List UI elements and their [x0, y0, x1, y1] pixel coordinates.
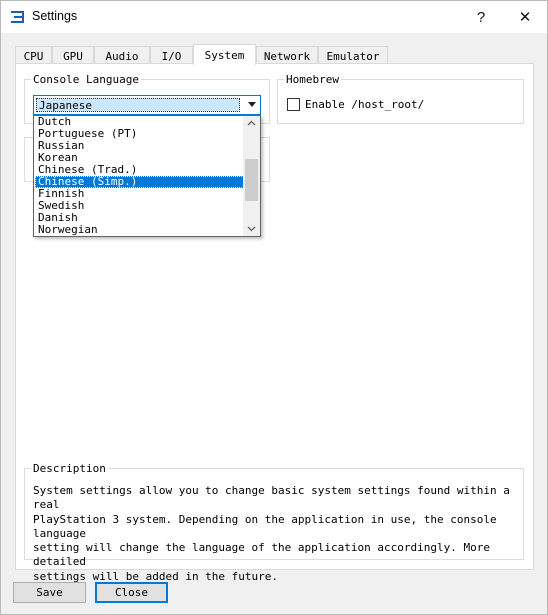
scroll-up-icon[interactable] [243, 116, 260, 130]
chevron-down-icon[interactable] [248, 102, 256, 107]
help-button[interactable]: ? [459, 1, 503, 33]
language-dropdown-list[interactable]: Dutch Portuguese (PT) Russian Korean Chi… [33, 115, 261, 237]
app-icon [11, 11, 24, 23]
close-window-button[interactable]: ✕ [503, 1, 547, 33]
enable-host-root-checkbox[interactable] [287, 98, 300, 111]
tab-system[interactable]: System [193, 44, 256, 65]
settings-window: Settings ? ✕ CPU GPU Audio I/O System Ne… [0, 0, 548, 615]
title-bar[interactable]: Settings ? ✕ [1, 1, 547, 33]
save-button[interactable]: Save [13, 582, 86, 603]
scrollbar-thumb[interactable] [245, 159, 258, 201]
dropdown-scrollbar[interactable] [243, 116, 260, 236]
close-button[interactable]: Close [95, 582, 168, 603]
console-language-title: Console Language [31, 73, 141, 86]
console-language-value: Japanese [36, 98, 240, 112]
window-title: Settings [32, 9, 78, 23]
console-language-select[interactable]: Japanese [33, 95, 261, 115]
homebrew-title: Homebrew [284, 73, 341, 86]
enable-host-root-label[interactable]: Enable /host_root/ [305, 98, 424, 111]
description-text: System settings allow you to change basi… [33, 484, 510, 583]
language-option-norwegian[interactable]: Norwegian [35, 224, 244, 236]
description-title: Description [31, 462, 108, 475]
scroll-down-icon[interactable] [243, 222, 260, 236]
